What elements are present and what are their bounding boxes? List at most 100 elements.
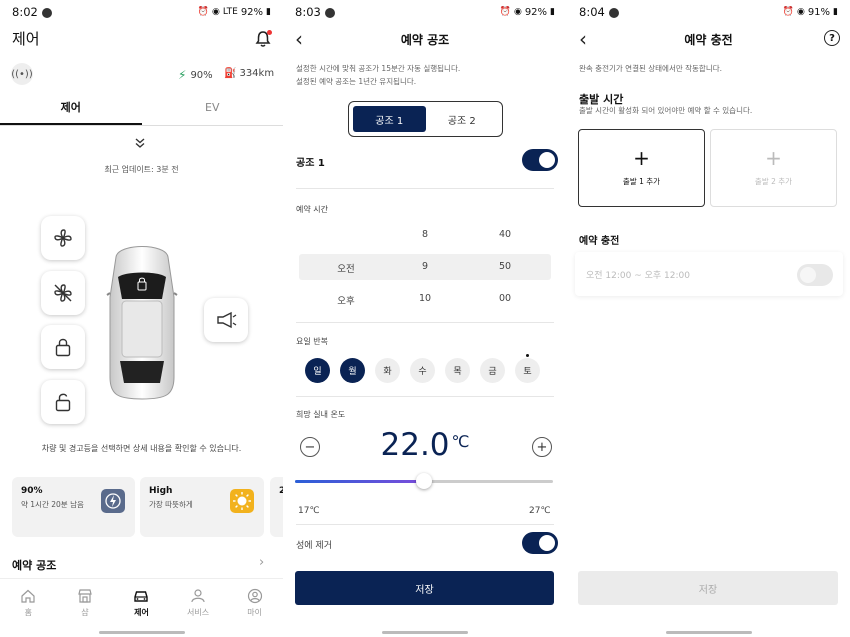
horn-icon [217,311,237,329]
day-sun[interactable]: 일 [305,358,330,383]
chevron-down-icon[interactable] [134,137,146,152]
car-image[interactable] [104,237,180,403]
nav-control[interactable]: 제어 [121,588,161,630]
remote-signal-icon[interactable]: ((•)) [11,63,33,85]
shop-icon [78,589,92,603]
alarm-icon: ⏰ [782,7,794,17]
horn-button[interactable] [204,298,248,342]
location-icon: ◉ [513,7,522,17]
fan-off-icon [54,284,72,302]
bell-icon[interactable] [255,30,272,48]
description-line-1: 설정한 시간에 맞춰 공조가 15분간 자동 실행됩니다. [296,64,461,73]
day-thu[interactable]: 목 [445,358,470,383]
fan-icon [54,229,72,247]
tab-control[interactable]: 제어 [0,96,142,125]
battery-level: 92% [524,6,548,18]
picker-minute-prev[interactable]: 40 [485,229,525,240]
day-fri[interactable]: 금 [480,358,505,383]
range-status: ⛽ 334km [224,68,274,79]
slider-fill [295,480,424,483]
day-sat[interactable]: 토 [515,354,540,383]
save-button-disabled[interactable]: 저장 [578,571,838,605]
battery-icon: ▮ [266,7,271,17]
nav-bar: ‹ 예약 공조 [283,24,567,54]
nav-service[interactable]: 서비스 [178,588,218,630]
partial-card[interactable]: 2 [270,477,283,537]
climate-card[interactable]: High 가장 따뜻하게 [140,477,264,537]
nav-home[interactable]: 홈 [8,588,48,630]
tab-ev[interactable]: EV [142,96,284,125]
status-time: 8:02 [12,5,38,19]
day-thu-label: 목 [453,367,462,377]
segment-ac-2[interactable]: 공조 2 [426,106,499,132]
slider-knob[interactable] [416,473,432,489]
battery-status: ⚡ 90% [178,68,213,82]
home-indicator [665,631,752,634]
nav-service-label: 서비스 [187,608,210,617]
divider [296,322,554,323]
day-tue[interactable]: 화 [375,358,400,383]
divider [296,188,554,189]
charge-schedule-row[interactable]: 오전 12:00 ~ 오후 12:00 [575,252,843,296]
location-icon: ◉ [211,7,220,17]
control-screen: 8:02 ⏰ ◉ LTE 92% ▮ 제어 ((•)) ⚡ 90% ⛽ 334k… [0,0,283,637]
car-icon [134,591,149,602]
nav-shop[interactable]: 샵 [65,588,105,630]
nav-my[interactable]: 마이 [235,588,275,630]
lock-button[interactable] [41,325,85,369]
picker-hour-selected[interactable]: 9 [405,261,445,272]
add-departure-1-button[interactable]: + 출발 1 추가 [578,129,705,207]
reservation-climate-link[interactable]: 예약 공조 [12,557,56,573]
add-departure-2-button[interactable]: + 출발 2 추가 [710,129,837,207]
charge-time: 오전 12:00 ~ 오후 12:00 [586,271,690,281]
bolt-icon: ⚡ [178,68,187,82]
repeat-label: 요일 반복 [296,337,328,346]
day-wed[interactable]: 수 [410,358,435,383]
picker-ampm-selected[interactable]: 오전 [326,261,366,275]
day-fri-label: 금 [488,367,497,377]
tab-bar: 제어 EV [0,96,283,126]
help-icon[interactable]: ? [824,30,840,46]
temperature-value: 22.0 [380,427,450,463]
day-wed-label: 수 [418,367,427,377]
picker-hour-next[interactable]: 10 [405,293,445,304]
back-icon[interactable]: ‹ [579,27,587,51]
battery-icon: ▮ [550,7,555,17]
status-time: 8:04 [579,5,605,19]
battery-level: 91% [807,6,831,18]
alarm-icon: ⏰ [499,7,511,17]
signal-icon: LTE [222,7,238,17]
save-button[interactable]: 저장 [295,571,554,605]
nav-bar: ‹ 예약 충전 ? [567,24,850,54]
day-mon[interactable]: 월 [340,358,365,383]
segment-ac-1[interactable]: 공조 1 [353,106,426,132]
unlock-button[interactable] [41,380,85,424]
temperature-unit: ℃ [451,432,470,451]
picker-ampm-next[interactable]: 오후 [326,293,366,307]
back-icon[interactable]: ‹ [295,27,303,51]
temp-increase-button[interactable]: + [532,437,552,457]
divider [296,524,554,525]
hint-text: 차량 및 경고등을 선택하면 상세 내용을 확인할 수 있습니다. [41,444,242,453]
alarm-icon: ⏰ [197,7,209,17]
last-updated: 최근 업데이트: 3분 전 [104,165,179,174]
status-bar: 8:03 ⏰ ◉ 92% ▮ [283,0,567,24]
climate-off-button[interactable] [41,271,85,315]
defrost-toggle[interactable] [522,532,558,554]
notification-icon [324,8,335,18]
picker-minute-next[interactable]: 00 [485,293,525,304]
notification-icon [608,8,619,18]
charge-toggle[interactable] [797,264,833,286]
picker-minute-selected[interactable]: 50 [485,261,525,272]
battery-percent: 90% [190,69,213,81]
climate-on-button[interactable] [41,216,85,260]
service-icon [191,589,205,603]
battery-card[interactable]: 90% 약 1시간 20분 남음 [12,477,135,537]
nav-my-label: 마이 [247,608,263,617]
chevron-right-icon[interactable]: › [259,555,264,570]
picker-hour-prev[interactable]: 8 [405,229,445,240]
notification-icon [41,8,52,18]
temperature-slider[interactable] [295,473,553,489]
ac-1-toggle[interactable] [522,149,558,171]
departure-desc: 출발 시간이 활성화 되어 있어야만 예약 할 수 있습니다. [579,106,753,115]
